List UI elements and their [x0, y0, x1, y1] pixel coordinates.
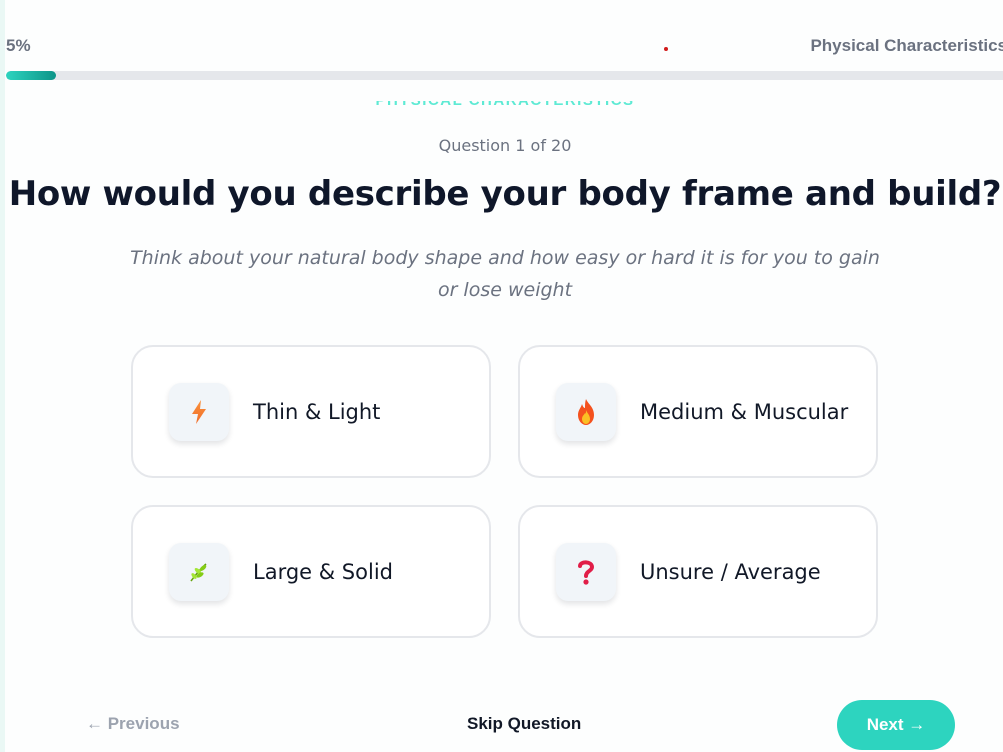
lightning-icon — [169, 383, 229, 441]
fire-icon — [556, 383, 616, 441]
next-button[interactable]: Next → — [837, 700, 955, 750]
progress-category: Physical Characteristics — [810, 36, 1003, 55]
question-counter: Question 1 of 20 — [438, 136, 572, 155]
section-category-label: Physical Characteristics — [0, 101, 1003, 109]
question-title: How would you describe your body frame a… — [8, 174, 1002, 214]
question-subtitle: Think about your natural body shape and … — [130, 247, 880, 301]
question-mark-icon — [556, 543, 616, 601]
option-label: Medium & Muscular — [640, 399, 849, 424]
next-button-label: Next → — [866, 715, 926, 734]
option-label: Large & Solid — [253, 559, 393, 584]
option-thin-light[interactable]: Thin & Light — [131, 345, 491, 478]
option-unsure-average[interactable]: Unsure / Average — [518, 505, 878, 638]
indicator-dot — [664, 47, 668, 51]
option-label: Unsure / Average — [640, 559, 821, 584]
option-medium-muscular[interactable]: Medium & Muscular — [518, 345, 878, 478]
quiz-page: 5% Physical Characteristics Physical Cha… — [0, 0, 1003, 752]
section-category-clipped: Physical Characteristics — [0, 101, 1003, 114]
progress-bar — [6, 71, 1003, 80]
skip-question-button[interactable]: Skip Question — [467, 714, 581, 734]
option-large-solid[interactable]: Large & Solid — [131, 505, 491, 638]
progress-bar-fill — [6, 71, 57, 80]
previous-button[interactable]: ← Previous — [86, 714, 180, 734]
option-label: Thin & Light — [253, 399, 381, 424]
leaf-icon — [169, 543, 229, 601]
progress-percent: 5% — [6, 36, 31, 55]
